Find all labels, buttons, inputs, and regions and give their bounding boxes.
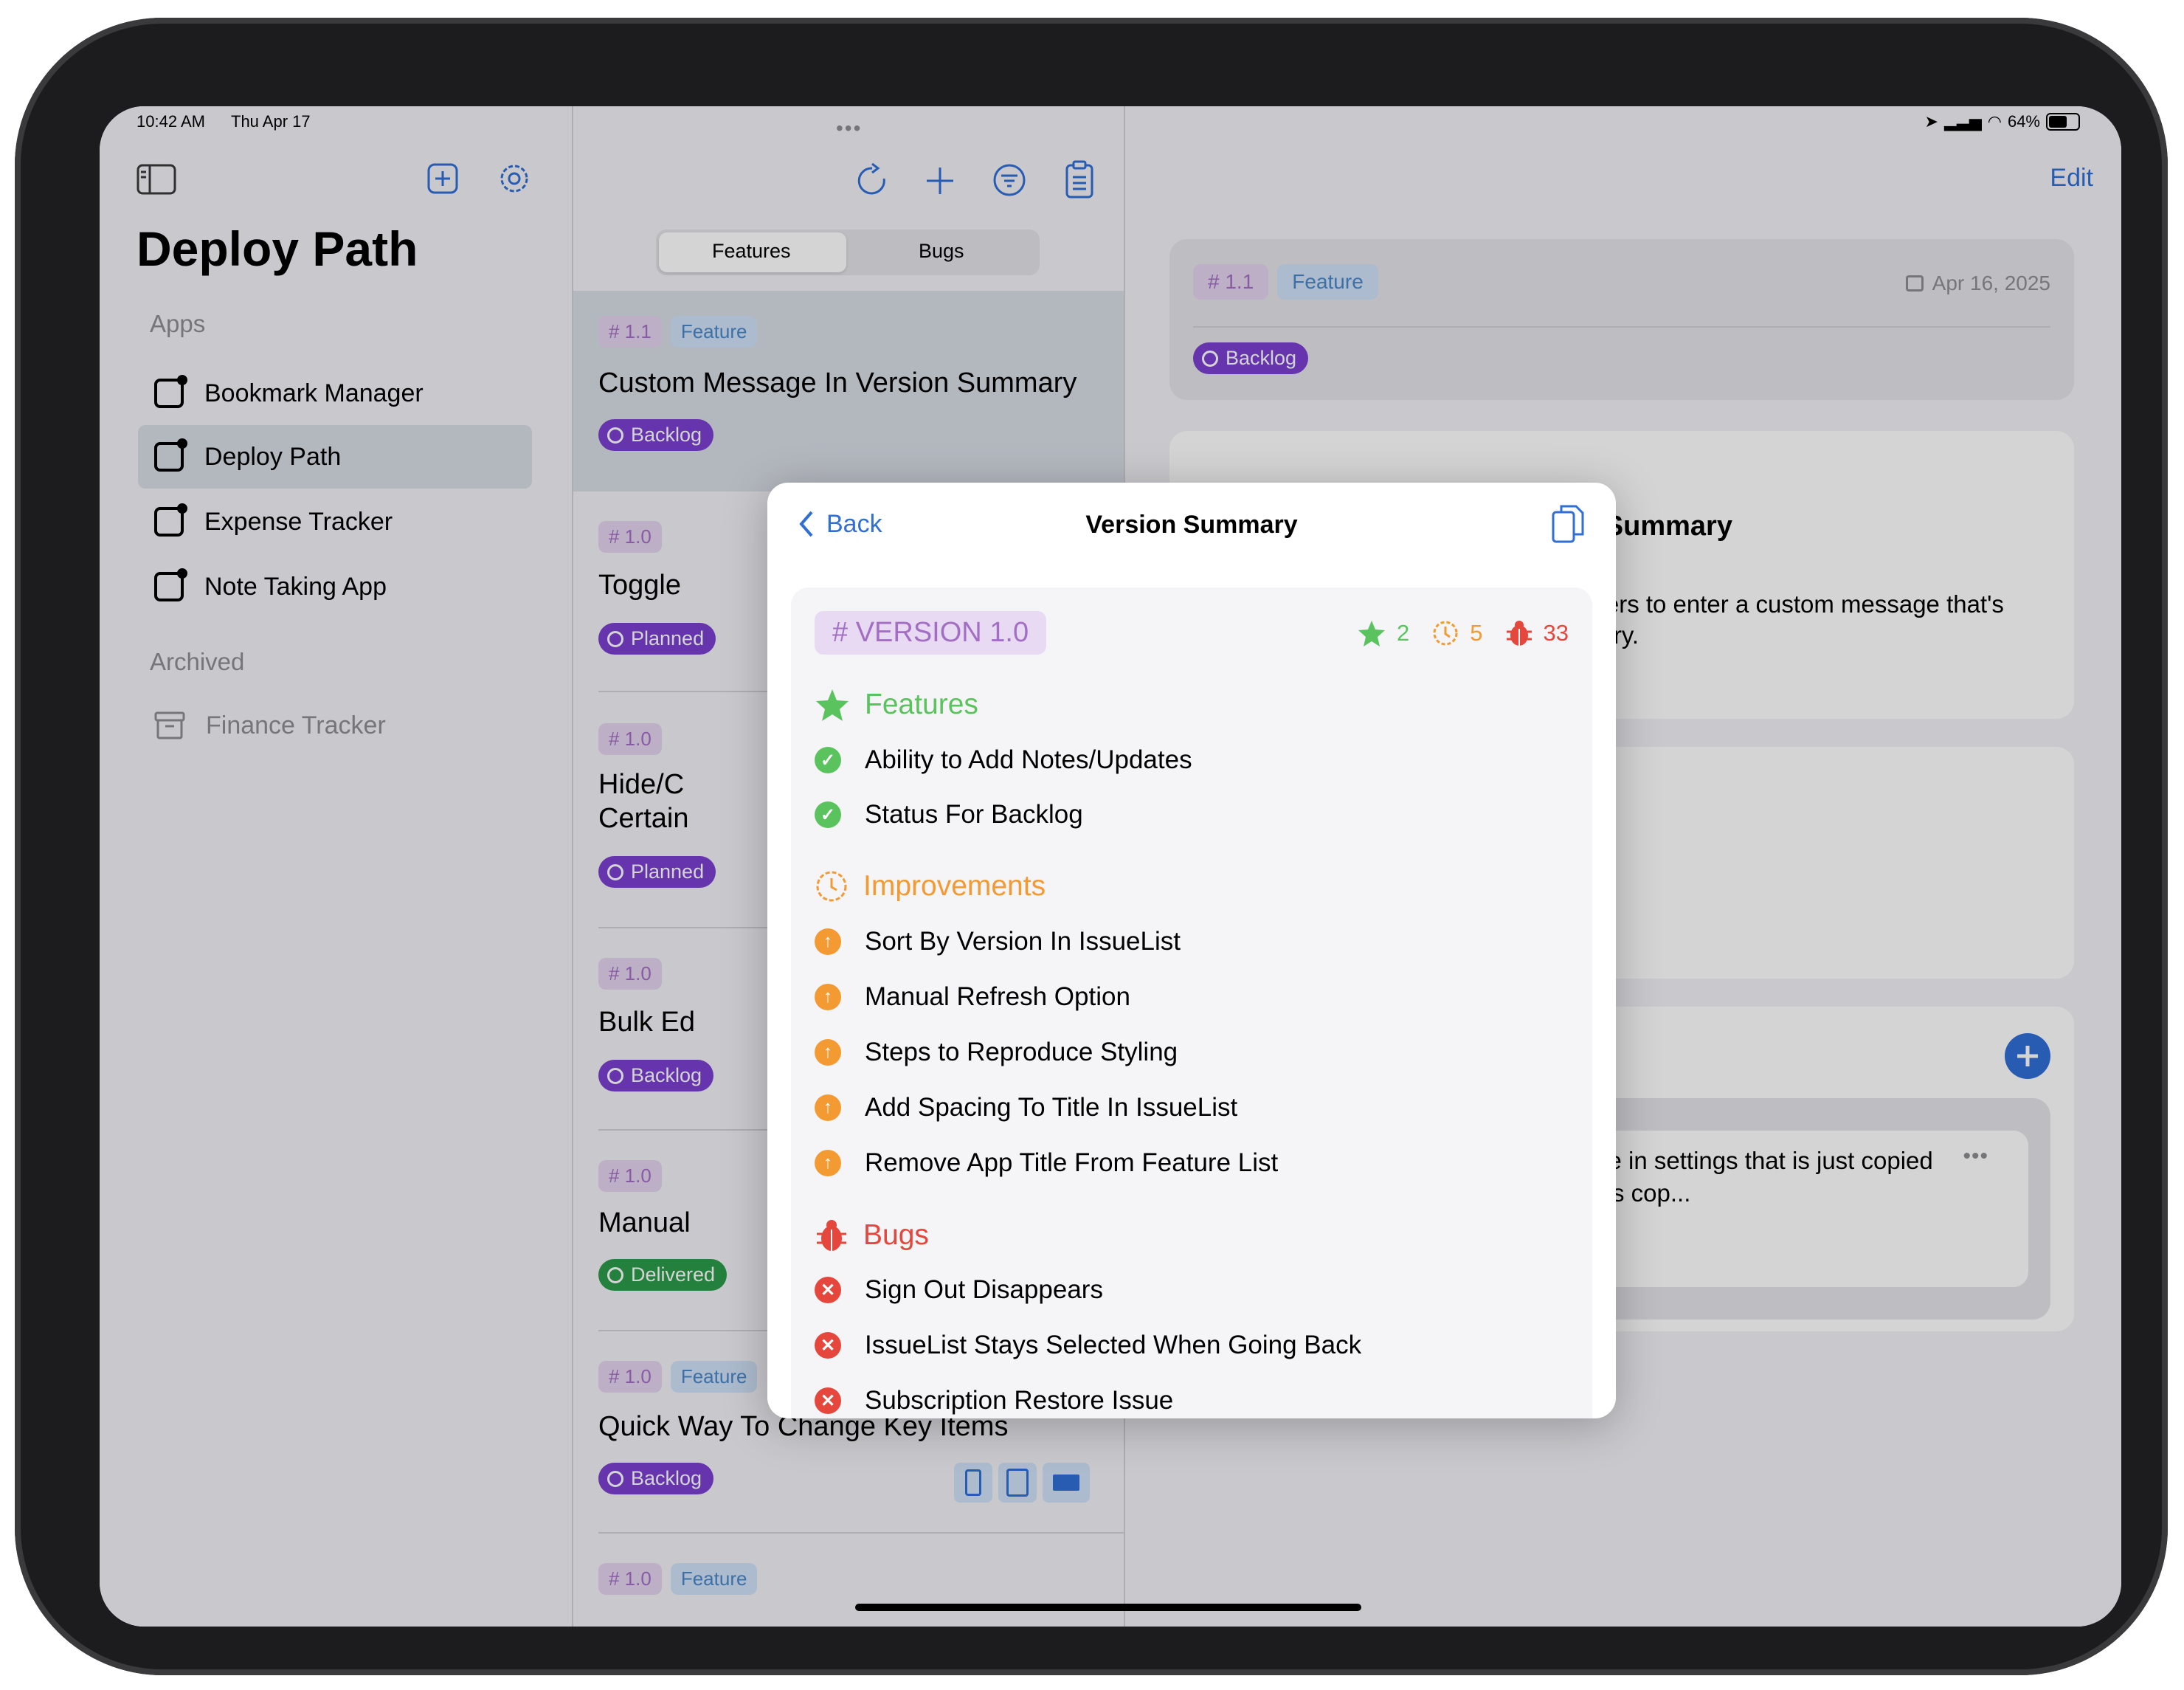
star-icon [816, 689, 849, 721]
copy-icon[interactable] [1551, 503, 1585, 545]
improvements-count: 5 [1470, 620, 1483, 646]
features-section-header: Features [815, 688, 978, 722]
improvement-gear-icon [816, 871, 847, 902]
arrow-up-icon: ↑ [815, 1094, 841, 1121]
star-icon [1358, 621, 1386, 646]
checkmark-icon: ✓ [815, 747, 841, 773]
arrow-up-icon: ↑ [815, 1039, 841, 1066]
section-label: Bugs [863, 1219, 929, 1251]
list-item: ↑ Manual Refresh Option [815, 982, 1130, 1012]
bug-icon [1506, 621, 1532, 646]
list-item: ✕ Subscription Restore Issue [815, 1386, 1173, 1415]
bugs-section-header: Bugs [815, 1218, 929, 1253]
arrow-up-icon: ↑ [815, 984, 841, 1010]
x-circle-icon: ✕ [815, 1332, 841, 1359]
list-item: ↑ Steps to Reproduce Styling [815, 1038, 1178, 1067]
checkmark-icon: ✓ [815, 801, 841, 828]
version-summary-content: # VERSION 1.0 2 5 33 Features ✓ Ability t… [791, 587, 1592, 1418]
list-item: ↑ Sort By Version In IssueList [815, 927, 1181, 956]
list-item: ✓ Status For Backlog [815, 800, 1083, 830]
ipad-frame: 10:42 AM Thu Apr 17 Deploy Path Apps Boo… [15, 18, 2168, 1675]
version-summary-modal: Back Version Summary # VERSION 1.0 2 5 3… [767, 483, 1616, 1418]
section-label: Features [865, 689, 978, 720]
arrow-up-icon: ↑ [815, 1150, 841, 1176]
arrow-up-icon: ↑ [815, 928, 841, 955]
improvement-gear-icon [1433, 621, 1458, 646]
screen: 10:42 AM Thu Apr 17 Deploy Path Apps Boo… [100, 106, 2121, 1627]
list-item: ↑ Remove App Title From Feature List [815, 1148, 1278, 1178]
list-item: ✕ Sign Out Disappears [815, 1275, 1103, 1305]
section-label: Improvements [863, 870, 1046, 902]
list-item: ↑ Add Spacing To Title In IssueList [815, 1093, 1237, 1122]
list-item: ✓ Ability to Add Notes/Updates [815, 745, 1192, 775]
version-badge: # VERSION 1.0 [815, 611, 1047, 655]
improvements-section-header: Improvements [815, 869, 1046, 903]
x-circle-icon: ✕ [815, 1277, 841, 1303]
home-indicator[interactable] [855, 1604, 1361, 1611]
x-circle-icon: ✕ [815, 1387, 841, 1414]
list-item: ✕ IssueList Stays Selected When Going Bac… [815, 1331, 1361, 1360]
bug-icon [817, 1220, 846, 1251]
summary-counts: 2 5 33 [1357, 618, 1569, 648]
bugs-count: 33 [1543, 620, 1569, 646]
features-count: 2 [1397, 620, 1410, 646]
modal-title: Version Summary [1085, 511, 1298, 539]
